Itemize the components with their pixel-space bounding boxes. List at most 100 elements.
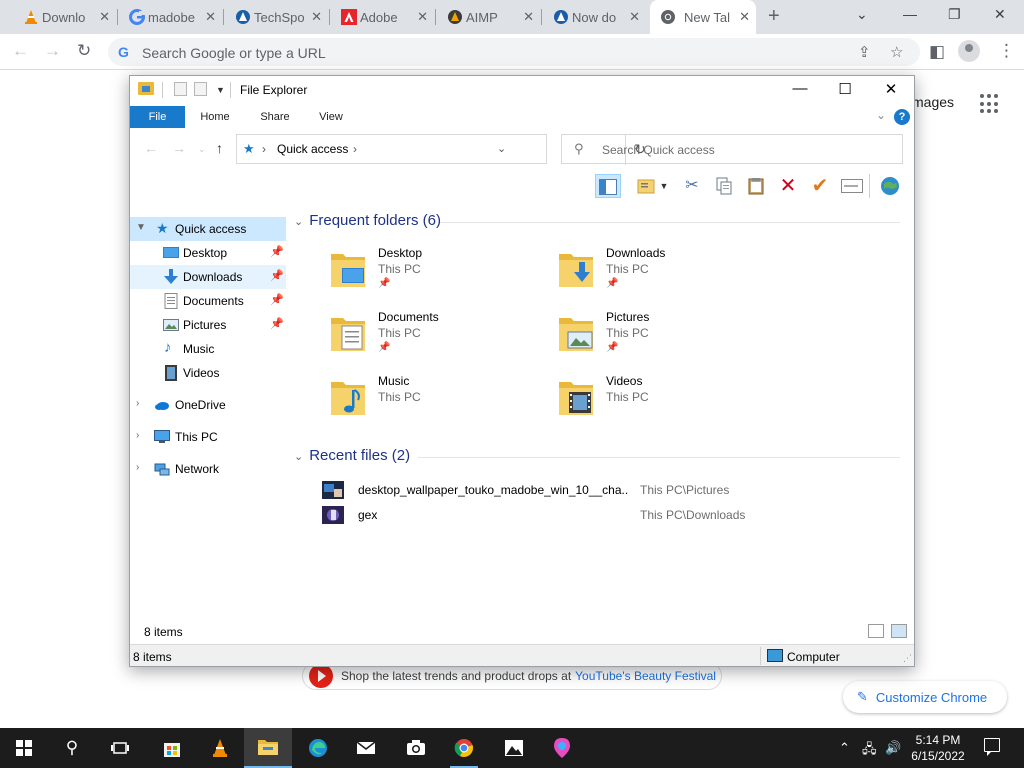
folder-tile-videos[interactable]: Videos This PC [558,372,768,428]
section-collapse-chevron-icon[interactable]: ⌄ [294,216,303,228]
ntp-images-link[interactable]: mages [912,94,954,110]
customize-qat-chevron-icon[interactable]: ▼ [216,85,225,95]
nav-quick-access[interactable]: ▼ ★ Quick access [130,217,286,241]
copy-icon[interactable] [711,174,737,198]
collapsed-chevron-icon[interactable]: › [136,430,139,441]
frequent-folders-header[interactable]: ⌄ Frequent folders (6) [294,212,441,229]
minimize-icon[interactable]: — [788,80,812,97]
search-icon[interactable]: ⚲ [48,728,96,768]
folder-tile-desktop[interactable]: Desktop This PC 📌 [330,244,540,300]
back-arrow-icon[interactable]: ← [144,140,158,156]
address-bar[interactable]: ★ › Quick access › ⌄ ↻ [236,134,646,165]
maps-pin-icon[interactable] [538,728,586,768]
omnibox[interactable]: G Search Google or type a URL ⇪ ☆ [108,38,920,66]
pin-icon[interactable]: 📌 [270,269,284,282]
pin-icon[interactable]: 📌 [270,245,284,258]
reload-icon[interactable]: ↻ [77,41,91,61]
delete-x-icon[interactable]: ✕ [775,174,801,198]
tab-view[interactable]: View [308,106,354,128]
nav-network[interactable]: › Network [130,457,286,481]
tab-home[interactable]: Home [192,106,238,128]
pin-icon[interactable]: 📌 [270,293,284,306]
taskbar-clock[interactable]: 5:14 PM 6/15/2022 [903,732,973,764]
recent-file-row[interactable]: desktop_wallpaper_touko_madobe_win_10__c… [322,480,912,502]
start-windows-icon[interactable] [0,728,48,768]
tab-close-icon[interactable]: ✕ [417,9,428,25]
mail-envelope-icon[interactable] [342,728,390,768]
edge-browser-icon[interactable] [294,728,342,768]
cut-scissors-icon[interactable]: ✂ [679,174,705,198]
help-icon[interactable]: ? [894,109,910,125]
nav-onedrive[interactable]: › OneDrive [130,393,286,417]
breadcrumb-chevron-icon[interactable]: › [262,142,266,156]
tab-techspot[interactable]: TechSpo ✕ [232,0,328,34]
microsoft-store-icon[interactable] [148,728,196,768]
address-dropdown-chevron-icon[interactable]: ⌄ [497,142,506,155]
resize-grip-icon[interactable]: ⋰ [903,653,912,664]
nav-music[interactable]: ♪ Music [130,337,286,361]
profile-avatar[interactable] [958,40,980,62]
recent-files-header[interactable]: ⌄ Recent files (2) [294,447,410,464]
tab-file[interactable]: File [130,106,185,128]
bookmark-star-icon[interactable]: ☆ [890,43,903,61]
pin-icon[interactable]: 📌 [270,317,284,330]
tab-madobe[interactable]: madobe ✕ [126,0,222,34]
tab-close-icon[interactable]: ✕ [311,9,322,25]
notification-center-icon[interactable] [984,738,1000,756]
tab-new-tab[interactable]: New Tal ✕ [650,0,756,34]
close-icon[interactable]: ✕ [879,80,903,98]
new-folder-icon[interactable] [194,82,207,96]
up-arrow-icon[interactable]: ↑ [216,140,223,156]
recent-file-row[interactable]: gex This PC\Downloads [322,505,912,527]
google-apps-icon[interactable] [980,94,1000,114]
folder-tile-downloads[interactable]: Downloads This PC 📌 [558,244,768,300]
globe-icon[interactable] [877,174,903,198]
paste-clipboard-icon[interactable] [743,174,769,198]
tab-close-icon[interactable]: ✕ [739,9,750,25]
large-icons-view-icon[interactable] [891,624,907,638]
forward-arrow-icon[interactable]: → [44,41,61,61]
chrome-icon[interactable] [440,728,488,768]
nav-pictures[interactable]: Pictures 📌 [130,313,286,337]
new-tab-plus-icon[interactable]: + [768,5,780,28]
nav-documents[interactable]: Documents 📌 [130,289,286,313]
task-view-icon[interactable] [96,728,144,768]
tab-now-downloading[interactable]: Now do ✕ [550,0,646,34]
tab-search-chevron-icon[interactable]: ⌄ [856,6,868,23]
back-arrow-icon[interactable]: ← [12,41,29,61]
close-icon[interactable]: ✕ [994,6,1006,23]
recent-locations-chevron-icon[interactable]: ⌄ [198,144,206,155]
details-view-icon[interactable] [868,624,884,638]
layout-dropdown-chevron-icon[interactable]: ▼ [657,174,671,198]
expand-ribbon-chevron-icon[interactable]: ⌄ [876,108,886,122]
rename-icon[interactable] [839,174,865,198]
chrome-menu-icon[interactable]: ⋮ [998,41,1015,61]
tab-close-icon[interactable]: ✕ [99,9,110,25]
section-collapse-chevron-icon[interactable]: ⌄ [294,451,303,463]
collapsed-chevron-icon[interactable]: › [136,462,139,473]
checkmark-icon[interactable]: ✔ [807,174,833,198]
nav-desktop[interactable]: Desktop 📌 [130,241,286,265]
tab-close-icon[interactable]: ✕ [523,9,534,25]
network-tray-icon[interactable]: 🖧 [862,740,877,762]
folder-tile-pictures[interactable]: Pictures This PC 📌 [558,308,768,364]
tab-downloads[interactable]: Downlo ✕ [20,0,116,34]
tray-chevron-up-icon[interactable]: ⌃ [839,740,850,756]
nav-this-pc[interactable]: › This PC [130,425,286,449]
tab-close-icon[interactable]: ✕ [629,9,640,25]
properties-icon[interactable] [174,82,187,96]
vlc-cone-icon[interactable] [196,728,244,768]
search-input[interactable]: ⚲ Search Quick access [561,134,903,164]
forward-arrow-icon[interactable]: → [172,140,186,156]
restore-icon[interactable]: ❐ [948,6,961,23]
folder-tile-music[interactable]: Music This PC [330,372,540,428]
tab-adobe[interactable]: Adobe ✕ [338,0,434,34]
tab-aimp[interactable]: AIMP ✕ [444,0,540,34]
maximize-icon[interactable]: ☐ [833,80,857,98]
minimize-icon[interactable]: — [903,6,917,22]
file-explorer-taskbar-icon[interactable] [244,728,292,768]
nav-downloads[interactable]: Downloads 📌 [130,265,286,289]
customize-chrome-button[interactable]: ✎ Customize Chrome [843,681,1007,713]
photos-icon[interactable] [490,728,538,768]
expanded-chevron-icon[interactable]: ▼ [136,222,146,233]
